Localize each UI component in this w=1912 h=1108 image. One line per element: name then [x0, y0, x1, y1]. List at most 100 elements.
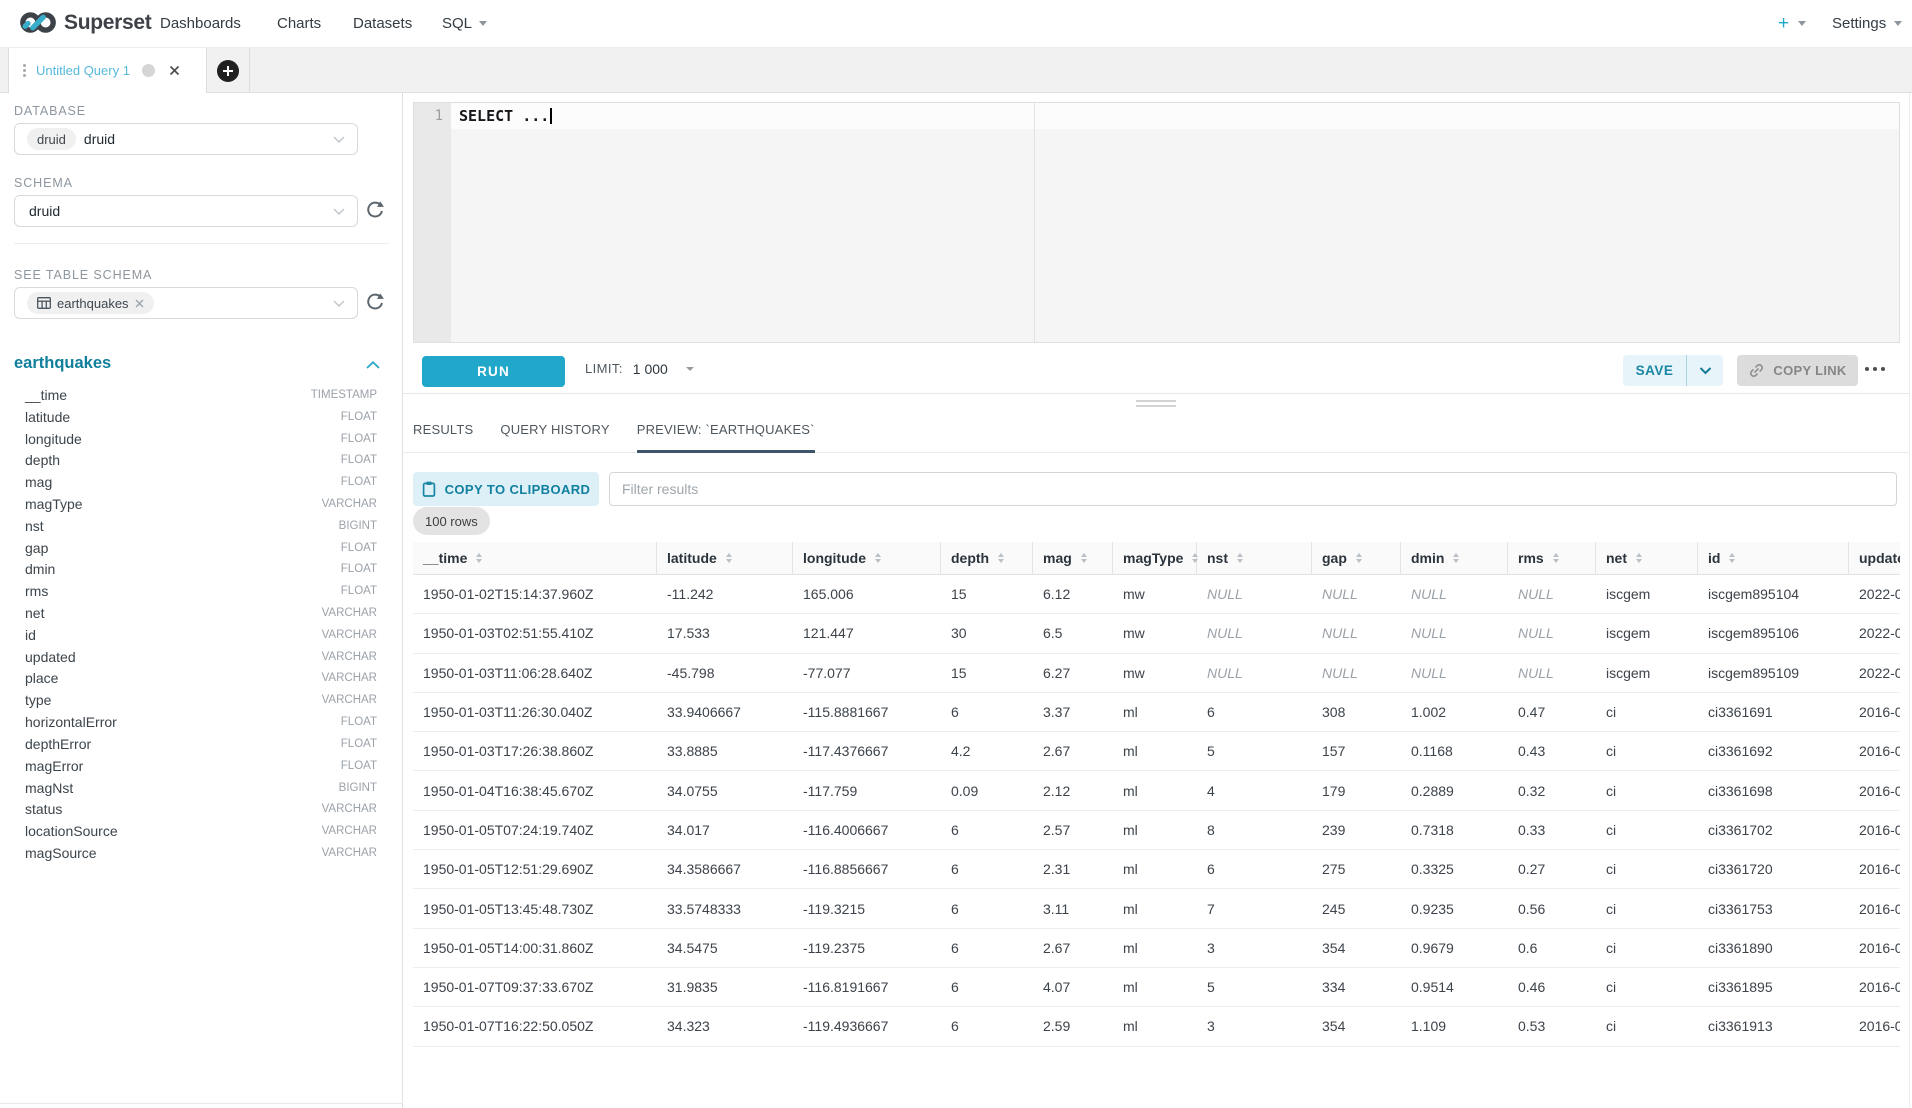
unsaved-indicator	[142, 64, 155, 77]
database-select[interactable]: druid druid	[14, 123, 358, 155]
sql-editor[interactable]: 1 SELECT ...	[413, 102, 1900, 343]
more-options-button[interactable]	[1865, 343, 1885, 394]
column-header-dmin[interactable]: dmin	[1401, 542, 1508, 574]
column-header-longitude[interactable]: longitude	[793, 542, 941, 574]
pane-resize-handle[interactable]	[1136, 400, 1176, 410]
nav-charts[interactable]: Charts	[277, 0, 321, 47]
column-header-rms[interactable]: rms	[1508, 542, 1596, 574]
column-header-depth[interactable]: depth	[941, 542, 1033, 574]
dot-icon	[1873, 367, 1877, 371]
table-row: 1950-01-05T12:51:29.690Z34.3586667-116.8…	[413, 850, 1900, 889]
table-cell: 2022-0	[1849, 654, 1900, 692]
copy-to-clipboard-button[interactable]: COPY TO CLIPBOARD	[413, 472, 599, 506]
collapse-table-icon[interactable]	[366, 361, 380, 369]
table-cell: mw	[1113, 575, 1197, 613]
table-cell: iscgem895106	[1698, 614, 1849, 652]
copy-link-label: COPY LINK	[1773, 363, 1846, 378]
table-cell: 1950-01-02T15:14:37.960Z	[413, 575, 657, 613]
column-header-nst[interactable]: nst	[1197, 542, 1312, 574]
table-cell: 15	[941, 575, 1033, 613]
link-icon	[1748, 362, 1765, 379]
table-cell: 6.5	[1033, 614, 1113, 652]
column-header-__time[interactable]: __time	[413, 542, 657, 574]
results-tab-query-history[interactable]: QUERY HISTORY	[500, 421, 609, 453]
column-header-mag[interactable]: mag	[1033, 542, 1113, 574]
caret-down-icon	[479, 21, 487, 26]
table-cell: 0.9514	[1401, 968, 1508, 1006]
table-cell: 0.6	[1508, 929, 1596, 967]
nav-new-button[interactable]: +	[1778, 0, 1806, 47]
column-name: depthError	[25, 736, 91, 752]
table-cell: 33.8885	[657, 732, 793, 770]
table-cell: -116.4006667	[793, 811, 941, 849]
nav-sql[interactable]: SQL	[442, 0, 487, 47]
column-type: FLOAT	[341, 585, 377, 597]
save-button[interactable]: SAVE	[1623, 363, 1686, 378]
table-cell: 121.447	[793, 614, 941, 652]
new-tab-button[interactable]	[207, 48, 250, 93]
sql-code[interactable]: SELECT ...	[459, 103, 552, 129]
column-name: place	[25, 670, 58, 686]
table-cell: ml	[1113, 732, 1197, 770]
column-name: id	[25, 627, 36, 643]
drag-handle-icon[interactable]	[23, 64, 26, 77]
column-header-updated[interactable]: updated	[1849, 542, 1900, 574]
table-select[interactable]: earthquakes	[14, 287, 358, 319]
column-header-label: magType	[1123, 550, 1183, 566]
table-cell: 0.32	[1508, 771, 1596, 809]
table-cell: -119.3215	[793, 889, 941, 927]
column-header-net[interactable]: net	[1596, 542, 1698, 574]
table-cell: 6.12	[1033, 575, 1113, 613]
schema-column-row: netVARCHAR	[0, 602, 403, 624]
table-cell: NULL	[1312, 575, 1401, 613]
results-tab-results[interactable]: RESULTS	[413, 421, 473, 453]
table-cell: 2016-0	[1849, 732, 1900, 770]
table-cell: ml	[1113, 850, 1197, 888]
table-cell: 2016-0	[1849, 811, 1900, 849]
table-cell: 6	[941, 889, 1033, 927]
plus-icon: +	[1778, 13, 1789, 35]
table-cell: -115.8881667	[793, 693, 941, 731]
remove-table-icon[interactable]	[135, 299, 144, 308]
table-cell: 6	[941, 929, 1033, 967]
table-cell: 2.59	[1033, 1007, 1113, 1045]
schema-label: SCHEMA	[14, 176, 73, 190]
refresh-icon	[364, 292, 386, 314]
column-header-latitude[interactable]: latitude	[657, 542, 793, 574]
column-type: FLOAT	[341, 738, 377, 750]
table-cell: 0.47	[1508, 693, 1596, 731]
run-button[interactable]: RUN	[422, 356, 565, 387]
superset-logo[interactable]: Superset	[19, 9, 151, 36]
schema-select[interactable]: druid	[14, 195, 358, 227]
table-cell: 4.07	[1033, 968, 1113, 1006]
editor-active-line	[451, 103, 1899, 129]
refresh-schema-button[interactable]	[362, 198, 388, 224]
results-tab-preview-earthquakes[interactable]: PREVIEW: `EARTHQUAKES`	[637, 421, 815, 453]
nav-dashboards[interactable]: Dashboards	[160, 0, 241, 47]
filter-results-input[interactable]	[609, 472, 1897, 506]
refresh-table-button[interactable]	[362, 290, 388, 316]
save-dropdown-button[interactable]	[1687, 367, 1723, 375]
close-tab-icon[interactable]	[169, 65, 180, 76]
column-header-gap[interactable]: gap	[1312, 542, 1401, 574]
table-cell: 1950-01-03T17:26:38.860Z	[413, 732, 657, 770]
database-value: druid	[84, 131, 115, 147]
column-header-magType[interactable]: magType	[1113, 542, 1197, 574]
table-cell: ci	[1596, 929, 1698, 967]
column-name: gap	[25, 540, 48, 556]
table-cell: 3.37	[1033, 693, 1113, 731]
table-cell: 6	[941, 850, 1033, 888]
query-tab[interactable]: Untitled Query 1	[8, 48, 207, 93]
table-cell: 1950-01-03T11:06:28.640Z	[413, 654, 657, 692]
copy-link-button[interactable]: COPY LINK	[1737, 355, 1858, 386]
column-name: status	[25, 801, 62, 817]
table-cell: 157	[1312, 732, 1401, 770]
column-name: nst	[25, 518, 44, 534]
column-type: VARCHAR	[322, 672, 377, 684]
table-cell: 354	[1312, 929, 1401, 967]
table-section-title[interactable]: earthquakes	[14, 354, 111, 373]
nav-settings[interactable]: Settings	[1832, 0, 1902, 47]
nav-datasets[interactable]: Datasets	[353, 0, 412, 47]
column-header-id[interactable]: id	[1698, 542, 1849, 574]
limit-dropdown[interactable]: LIMIT: 1 000	[585, 343, 694, 394]
